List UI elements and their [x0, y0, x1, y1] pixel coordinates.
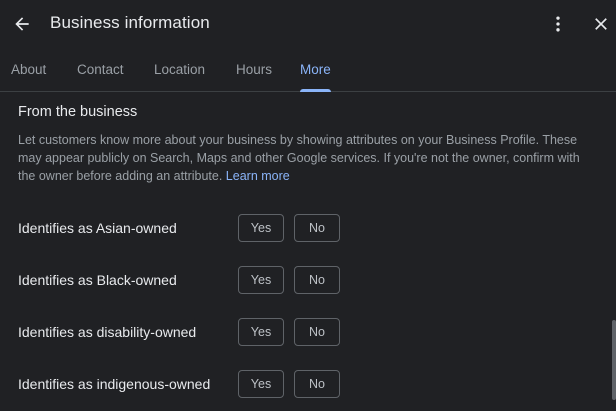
yes-button[interactable]: Yes	[238, 266, 284, 294]
no-button[interactable]: No	[294, 214, 340, 242]
no-button[interactable]: No	[294, 370, 340, 398]
tab-contact[interactable]: Contact	[77, 48, 124, 92]
section-description: Let customers know more about your busin…	[18, 131, 598, 185]
close-icon	[595, 18, 607, 30]
more-options-button[interactable]	[546, 12, 570, 36]
attribute-row-disability-owned: Identifies as disability-owned Yes No	[0, 318, 600, 348]
arrow-back-icon	[15, 17, 29, 31]
back-button[interactable]	[10, 12, 34, 36]
yes-button[interactable]: Yes	[238, 318, 284, 346]
header: Business information	[0, 0, 616, 48]
tab-bar: About Contact Location Hours More	[0, 48, 616, 92]
attribute-label: Identifies as Black-owned	[18, 272, 177, 288]
tab-about[interactable]: About	[11, 48, 46, 92]
scrollbar[interactable]	[612, 320, 616, 400]
attribute-label: Identifies as disability-owned	[18, 324, 197, 340]
yes-button[interactable]: Yes	[238, 370, 284, 398]
attribute-label: Identifies as Asian-owned	[18, 220, 177, 236]
learn-more-link[interactable]: Learn more	[226, 169, 290, 183]
attribute-row-indigenous-owned: Identifies as indigenous-owned Yes No	[0, 370, 600, 400]
tab-location[interactable]: Location	[154, 48, 205, 92]
description-text: Let customers know more about your busin…	[18, 133, 580, 183]
yes-button[interactable]: Yes	[238, 214, 284, 242]
no-button[interactable]: No	[294, 318, 340, 346]
attribute-label: Identifies as indigenous-owned	[18, 376, 211, 392]
tab-hours[interactable]: Hours	[236, 48, 272, 92]
page-title: Business information	[50, 13, 210, 32]
attribute-row-asian-owned: Identifies as Asian-owned Yes No	[0, 214, 600, 244]
content-panel: From the business Let customers know mor…	[0, 93, 616, 411]
section-title: From the business	[18, 104, 138, 120]
close-button[interactable]	[589, 12, 613, 36]
tab-more[interactable]: More	[300, 48, 331, 92]
more-vert-icon	[556, 16, 560, 32]
no-button[interactable]: No	[294, 266, 340, 294]
attribute-row-black-owned: Identifies as Black-owned Yes No	[0, 266, 600, 296]
